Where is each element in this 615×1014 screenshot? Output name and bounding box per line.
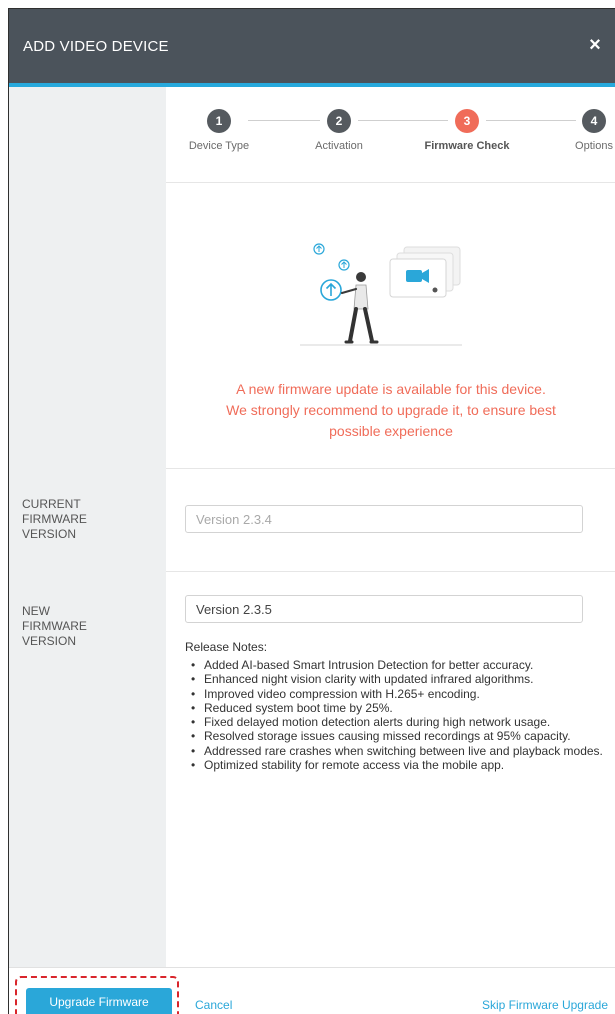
upgrade-firmware-button[interactable]: Upgrade Firmware <box>26 988 172 1014</box>
dialog-footer: Upgrade Firmware Cancel Skip Firmware Up… <box>9 967 615 1014</box>
current-firmware-label-line3: VERSION <box>22 527 77 541</box>
step-label: Activation <box>315 140 363 152</box>
step-label: Options <box>575 140 613 152</box>
release-note-item: Fixed delayed motion detection alerts du… <box>185 715 605 730</box>
firmware-upgrade-illustration <box>300 243 462 346</box>
step-number: 1 <box>207 109 231 133</box>
current-firmware-field <box>185 505 583 533</box>
step-number: 4 <box>582 109 606 133</box>
new-firmware-label-line2: FIRMWARE <box>22 619 87 633</box>
notice-line: possible experience <box>329 423 453 439</box>
release-note-item: Addressed rare crashes when switching be… <box>185 744 605 759</box>
release-note-item: Improved video compression with H.265+ e… <box>185 687 605 702</box>
section-divider <box>166 571 615 572</box>
release-notes-title: Release Notes: <box>185 640 268 654</box>
new-firmware-field[interactable] <box>185 595 583 623</box>
release-note-item: Enhanced night vision clarity with updat… <box>185 672 605 687</box>
section-divider <box>166 468 615 469</box>
cancel-link[interactable]: Cancel <box>195 998 232 1012</box>
dialog-title: ADD VIDEO DEVICE <box>23 38 169 55</box>
release-note-item: Added AI-based Smart Intrusion Detection… <box>185 658 605 673</box>
step-number: 2 <box>327 109 351 133</box>
step-firmware-check: 3 Firmware Check <box>417 109 517 152</box>
wizard-stepper: 1 Device Type 2 Activation 3 Firmware Ch… <box>166 87 615 183</box>
notice-line: A new firmware update is available for t… <box>236 381 546 397</box>
step-device-type: 1 Device Type <box>169 109 269 152</box>
add-video-device-dialog: ADD VIDEO DEVICE × CURRENT FIRMWARE VERS… <box>8 8 615 1014</box>
close-icon[interactable]: × <box>585 35 605 55</box>
release-note-item: Optimized stability for remote access vi… <box>185 758 605 773</box>
new-firmware-label-line3: VERSION <box>22 634 77 648</box>
firmware-update-notice: A new firmware update is available for t… <box>166 379 615 442</box>
new-firmware-label-line1: NEW <box>22 604 50 618</box>
step-options: 4 Options <box>544 109 615 152</box>
current-firmware-label-line1: CURRENT <box>22 497 81 511</box>
field-label-panel: CURRENT FIRMWARE VERSION NEW FIRMWARE VE… <box>9 87 166 967</box>
new-firmware-label: NEW FIRMWARE VERSION <box>22 604 162 649</box>
release-notes-list: Added AI-based Smart Intrusion Detection… <box>185 658 605 773</box>
current-firmware-label-line2: FIRMWARE <box>22 512 87 526</box>
step-label: Firmware Check <box>424 140 510 152</box>
release-note-item: Reduced system boot time by 25%. <box>185 701 605 716</box>
dialog-content: 1 Device Type 2 Activation 3 Firmware Ch… <box>166 87 615 967</box>
dialog-header: ADD VIDEO DEVICE × <box>9 9 615 83</box>
notice-line: We strongly recommend to upgrade it, to … <box>226 402 556 418</box>
step-activation: 2 Activation <box>289 109 389 152</box>
step-number: 3 <box>455 109 479 133</box>
step-label: Device Type <box>188 140 250 152</box>
skip-firmware-upgrade-link[interactable]: Skip Firmware Upgrade <box>482 998 608 1012</box>
current-firmware-label: CURRENT FIRMWARE VERSION <box>22 497 162 542</box>
release-note-item: Resolved storage issues causing missed r… <box>185 729 605 744</box>
